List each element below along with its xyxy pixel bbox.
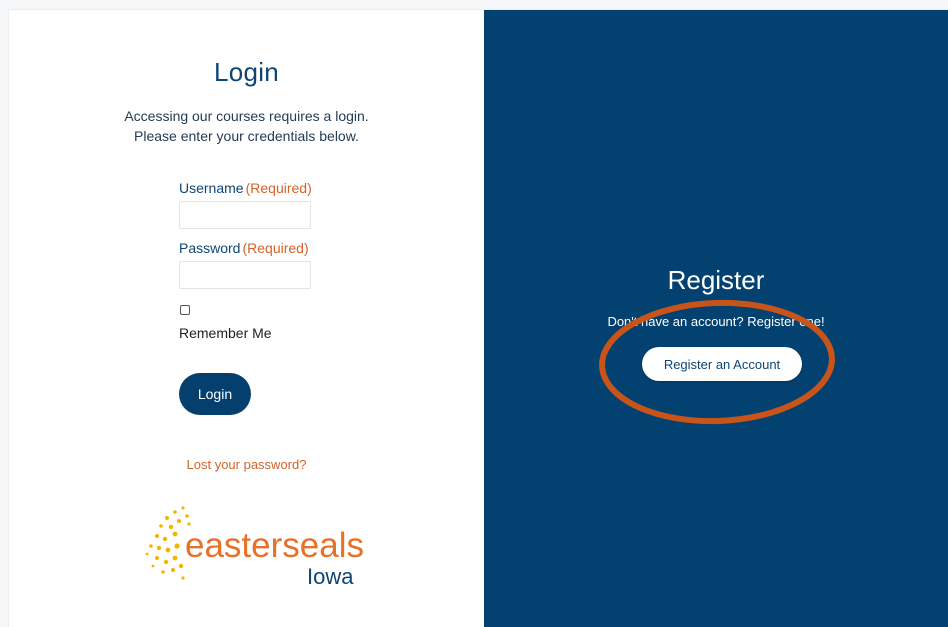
username-required-tag: (Required) <box>245 180 312 196</box>
username-label-text: Username <box>179 180 244 196</box>
remember-me-checkbox[interactable] <box>180 305 190 315</box>
login-intro-line-1: Accessing our courses requires a login. <box>124 108 369 124</box>
username-label: Username (Required) <box>179 180 312 196</box>
logo-brand-text: easterseals <box>185 526 364 565</box>
register-prompt: Don't have an account? Register one! <box>607 314 825 329</box>
username-input[interactable] <box>179 201 311 229</box>
register-panel: Register Don't have an account? Register… <box>484 10 948 627</box>
password-input[interactable] <box>179 261 311 289</box>
register-account-button[interactable]: Register an Account <box>642 347 802 381</box>
password-label: Password (Required) <box>179 240 309 256</box>
remember-me-label: Remember Me <box>179 325 272 341</box>
easterseals-iowa-logo: easterseals Iowa <box>145 506 364 586</box>
lost-password-link[interactable]: Lost your password? <box>9 457 484 472</box>
password-required-tag: (Required) <box>242 240 309 256</box>
login-intro-line-2: Please enter your credentials below. <box>134 128 359 144</box>
password-label-text: Password <box>179 240 241 256</box>
login-title: Login <box>213 57 280 87</box>
logo-state-text: Iowa <box>307 564 354 586</box>
sunburst-icon <box>145 506 191 580</box>
page-card: Login Accessing our courses requires a l… <box>9 10 948 627</box>
login-panel: Login Accessing our courses requires a l… <box>9 10 484 627</box>
login-button[interactable]: Login <box>179 373 251 415</box>
register-title: Register <box>667 265 765 295</box>
